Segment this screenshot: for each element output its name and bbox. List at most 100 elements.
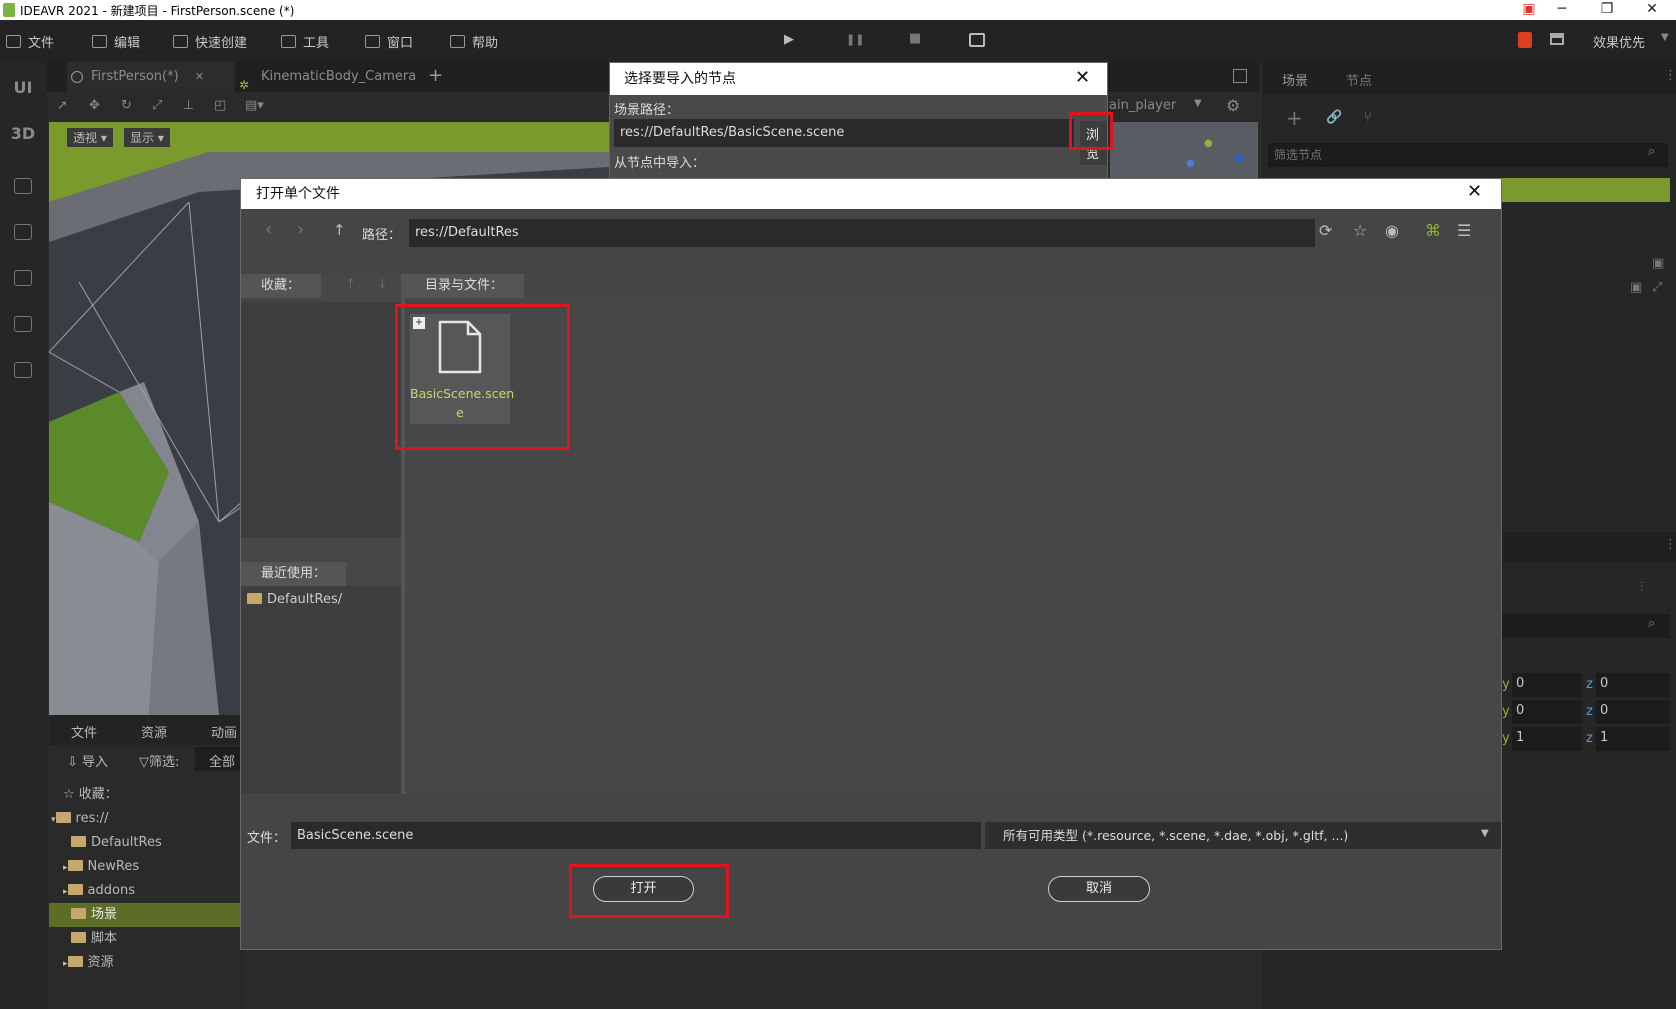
tree-item-scene[interactable]: 场景: [49, 903, 241, 927]
quality-selector[interactable]: 效果优先: [1593, 32, 1645, 51]
recent-item-defaultres[interactable]: DefaultRes/: [241, 586, 401, 607]
menu-tools[interactable]: 工具: [281, 32, 329, 51]
stop-button[interactable]: ■: [909, 31, 921, 46]
tab-firstperson[interactable]: FirstPerson(*) ✕: [67, 62, 235, 92]
move-up-icon[interactable]: ↑: [345, 277, 356, 292]
eye-icon[interactable]: ◉: [1385, 221, 1399, 240]
back-icon[interactable]: ‹: [265, 219, 272, 240]
more-vertical-icon[interactable]: ⋮: [1664, 68, 1676, 83]
tools-icon: [281, 35, 296, 48]
graduation-icon[interactable]: [1550, 33, 1564, 45]
node-filter-input[interactable]: [1268, 143, 1668, 167]
movie-icon[interactable]: [969, 33, 985, 47]
link-icon[interactable]: 🔗: [1326, 110, 1342, 125]
camera-node-selector[interactable]: ain_player: [1109, 98, 1176, 113]
instance-icon[interactable]: ▣: [1630, 280, 1642, 295]
menu-edit[interactable]: 编辑: [92, 32, 140, 51]
forward-icon[interactable]: ›: [297, 219, 304, 240]
node-tree-icon[interactable]: ⑂: [1364, 110, 1372, 125]
minimize-button[interactable]: ─: [1540, 0, 1584, 20]
perspective-label: 透视: [73, 131, 98, 145]
pause-button[interactable]: ❚❚: [846, 33, 864, 46]
tree-item-res[interactable]: ▾ res://: [49, 807, 241, 831]
export-icon[interactable]: [14, 316, 32, 332]
z-field[interactable]: 0: [1596, 673, 1670, 697]
tune-icon[interactable]: ⫶: [1640, 580, 1643, 595]
snap-tool-icon[interactable]: ◰: [214, 98, 226, 113]
tree-item-scripts[interactable]: 脚本: [49, 927, 241, 951]
html5-icon[interactable]: [1518, 32, 1532, 48]
path-input[interactable]: res://DefaultRes: [409, 219, 1315, 247]
close-icon[interactable]: ✕: [1467, 181, 1482, 202]
scale-tool-icon[interactable]: ⤢: [152, 98, 162, 113]
move-tool-icon[interactable]: ✥: [89, 98, 100, 113]
select-tool-icon[interactable]: ➚: [57, 98, 68, 113]
menu-help[interactable]: 帮助: [450, 32, 498, 51]
camera-dropdown-icon[interactable]: ▼: [1194, 98, 1202, 109]
more-vertical-icon[interactable]: ⋮: [1664, 537, 1676, 552]
ui-mode-button[interactable]: UI: [8, 78, 38, 97]
dock-tab-resources[interactable]: 资源: [141, 722, 167, 741]
z-field[interactable]: 0: [1596, 700, 1670, 724]
chevron-down-icon[interactable]: ▼: [1661, 32, 1669, 43]
tree-item-assets[interactable]: ▸ 资源: [49, 951, 241, 975]
app-logo-icon: [3, 3, 15, 17]
z-field[interactable]: 1: [1596, 727, 1670, 751]
scene-instance-icon[interactable]: ▣: [1652, 256, 1664, 271]
menu-edit-label: 编辑: [114, 36, 141, 51]
perspective-dropdown[interactable]: 透视 ▾: [67, 128, 113, 147]
dock-tab-animation[interactable]: 动画: [211, 722, 237, 741]
store-icon[interactable]: [14, 224, 32, 240]
file-type-select[interactable]: 所有可用类型 (*.resource, *.scene, *.dae, *.ob…: [985, 822, 1501, 849]
y-field[interactable]: 1: [1512, 727, 1582, 751]
tree-item-addons[interactable]: ▸ addons: [49, 879, 241, 903]
filter-button[interactable]: ▽筛选:: [139, 751, 179, 770]
pivot-tool-icon[interactable]: ⊥: [183, 98, 194, 113]
add-node-icon[interactable]: +: [1286, 106, 1303, 130]
filter-all-select[interactable]: 全部: [195, 747, 241, 771]
play-button[interactable]: ▶: [784, 32, 794, 47]
restore-button[interactable]: ❐: [1585, 0, 1629, 20]
menubar: 文件 编辑 快速创建 工具 窗口 帮助 ▶ ❚❚ ■ 效果优先 ▼: [0, 20, 1676, 62]
tree-item-defaultres[interactable]: DefaultRes: [49, 831, 241, 855]
tab-close-icon[interactable]: ✕: [195, 70, 204, 83]
y-field[interactable]: 0: [1512, 700, 1582, 724]
rotate-tool-icon[interactable]: ↻: [121, 98, 132, 113]
star-icon[interactable]: ☆: [1353, 221, 1367, 240]
fullscreen-icon[interactable]: [1233, 69, 1247, 83]
y-field[interactable]: 0: [1512, 673, 1582, 697]
up-directory-icon[interactable]: ↑: [333, 221, 346, 239]
menu-window[interactable]: 窗口: [365, 32, 413, 51]
list-view-icon[interactable]: ☰: [1457, 221, 1471, 240]
3d-mode-button[interactable]: 3D: [8, 124, 38, 143]
document-icon[interactable]: [14, 362, 32, 378]
path-icon[interactable]: [14, 178, 32, 194]
menu-quick-create[interactable]: 快速创建: [173, 32, 247, 51]
script-link-icon[interactable]: ⤢: [1652, 280, 1662, 295]
import-icon: ⇩: [67, 755, 78, 770]
import-button[interactable]: ⇩ 导入: [67, 751, 108, 770]
z-label: z: [1586, 677, 1593, 692]
layout-tool-icon[interactable]: ▤▾: [245, 98, 264, 113]
favorites-list[interactable]: [241, 302, 401, 538]
tab-kinematicbody-camera[interactable]: ✲ KinematicBody_Camera: [237, 62, 416, 92]
gear-icon[interactable]: ⚙: [1226, 96, 1240, 115]
tab-node[interactable]: 节点: [1346, 70, 1372, 89]
menu-file[interactable]: 文件: [6, 32, 54, 51]
grid-view-icon[interactable]: ⌘: [1425, 221, 1441, 240]
display-dropdown[interactable]: 显示 ▾: [124, 128, 170, 147]
tab-scene[interactable]: 场景: [1282, 70, 1308, 89]
add-tab-button[interactable]: +: [428, 65, 443, 86]
close-window-button[interactable]: ✕: [1630, 0, 1674, 20]
tree-item-newres[interactable]: ▸ NewRes: [49, 855, 241, 879]
file-name-input[interactable]: BasicScene.scene: [291, 822, 981, 849]
cancel-button[interactable]: 取消: [1048, 876, 1150, 902]
chevron-down-icon[interactable]: ▼: [1481, 828, 1489, 839]
file-name-label: 文件：: [247, 831, 287, 846]
move-down-icon[interactable]: ↓: [377, 277, 388, 292]
scene-path-input[interactable]: res://DefaultRes/BasicScene.scene: [614, 119, 1074, 147]
close-icon[interactable]: ✕: [1075, 67, 1090, 88]
settings-panel-icon[interactable]: [14, 270, 32, 286]
dock-tab-files[interactable]: 文件: [71, 722, 97, 741]
refresh-icon[interactable]: ⟳: [1319, 221, 1332, 240]
